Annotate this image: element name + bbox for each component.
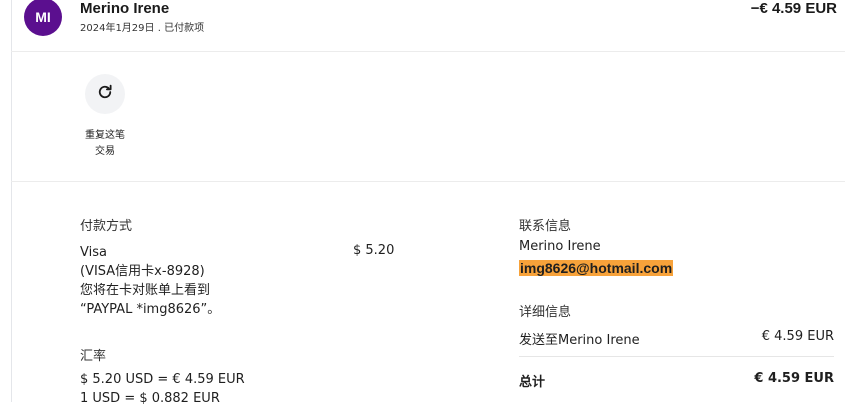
transaction-panel [11, 0, 845, 402]
contact-email-text[interactable]: img8626@hotmail.com [519, 260, 674, 276]
exchange-rate-unit: 1 USD = $ 0.882 EUR [80, 391, 220, 406]
payment-card: (VISA信用卡x-8928) [80, 264, 205, 279]
divider [11, 181, 845, 182]
details-separator [519, 356, 834, 357]
contact-email[interactable]: img8626@hotmail.com [519, 260, 674, 277]
transaction-date-status: 2024年1月29日 . 已付款项 [80, 23, 205, 34]
payment-method-block: Visa (VISA信用卡x-8928) 您将在卡对账单上看到 “PAYPAL … [80, 243, 220, 319]
contact-info-heading: 联系信息 [519, 219, 572, 234]
divider [11, 51, 845, 52]
transaction-amount: −€ 4.59 EUR [750, 0, 837, 17]
refresh-icon [96, 83, 114, 105]
sent-to-amount: € 4.59 EUR [761, 329, 834, 344]
contact-name: Merino Irene [519, 239, 601, 254]
statement-note: 您将在卡对账单上看到 [80, 283, 211, 298]
repeat-transaction-label[interactable]: 重复这笔 交易 [73, 128, 137, 160]
total-label: 总计 [519, 375, 546, 390]
exchange-rate-heading: 汇率 [80, 349, 107, 364]
merchant-name: Merino Irene [80, 0, 170, 17]
sent-to-label: 发送至Merino Irene [519, 333, 640, 348]
exchange-rate-block: $ 5.20 USD = € 4.59 EUR 1 USD = $ 0.882 … [80, 370, 245, 408]
payment-amount: $ 5.20 [353, 243, 395, 258]
payment-method-heading: 付款方式 [80, 219, 133, 234]
details-heading: 详细信息 [519, 305, 572, 320]
payment-method-name: Visa [80, 245, 107, 260]
statement-descriptor: “PAYPAL *img8626”。 [80, 302, 221, 317]
repeat-transaction-button[interactable] [85, 74, 125, 114]
exchange-rate-conversion: $ 5.20 USD = € 4.59 EUR [80, 372, 245, 387]
total-amount: € 4.59 EUR [754, 371, 834, 386]
